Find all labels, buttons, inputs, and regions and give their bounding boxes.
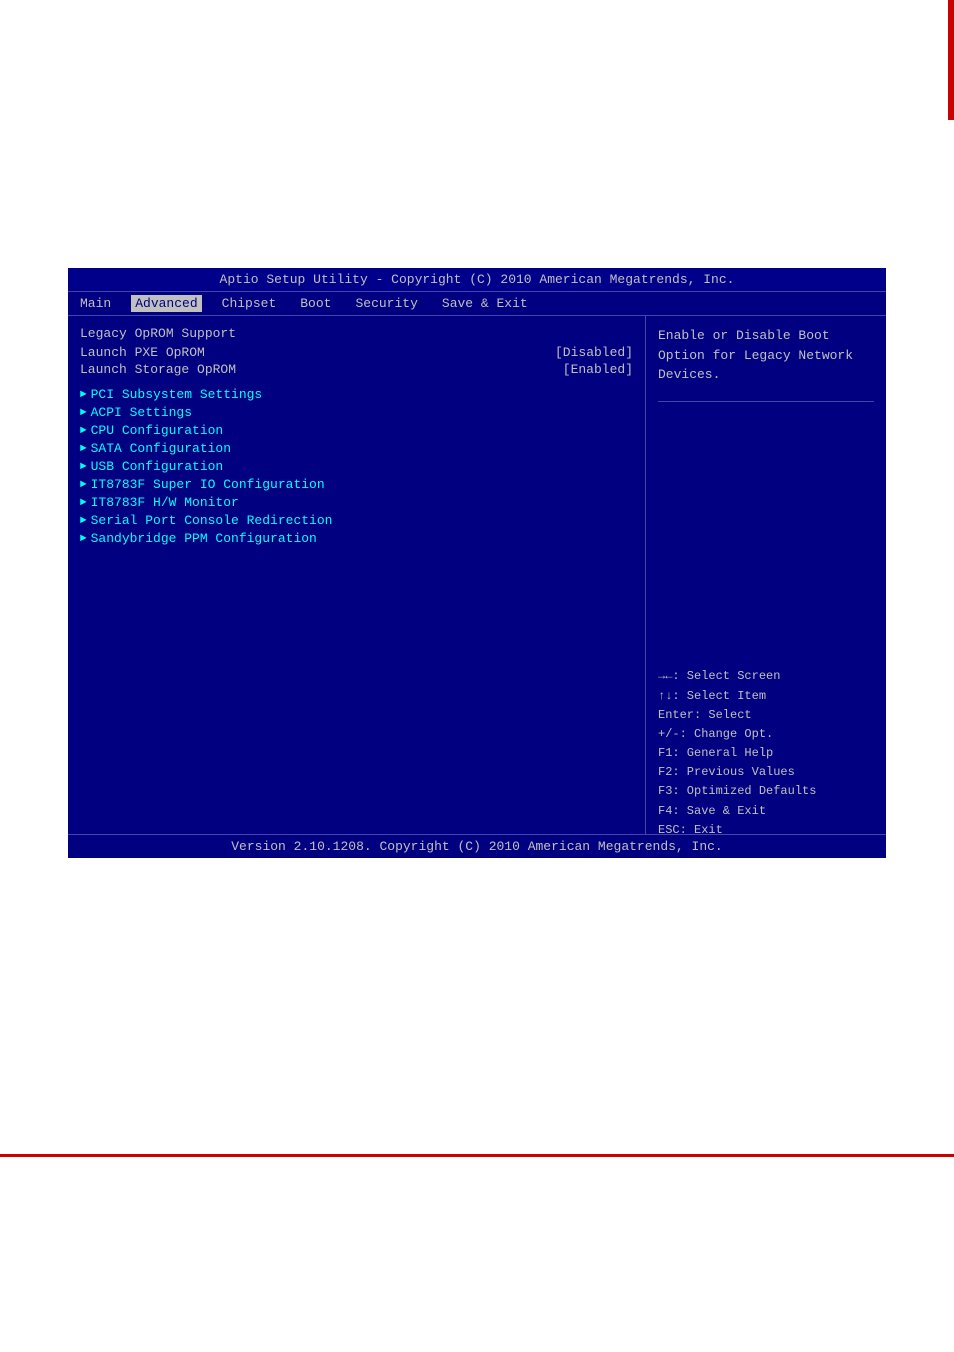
key-help-f3: F3: Optimized Defaults: [658, 782, 874, 801]
left-panel: Legacy OpROM Support Launch PXE OpROM [D…: [68, 316, 646, 850]
menu-security[interactable]: Security: [351, 295, 421, 312]
nav-arrow-it8783f-superio: ►: [80, 479, 87, 491]
setting-pxe-label: Launch PXE OpROM: [80, 345, 205, 360]
nav-cpu-label: CPU Configuration: [91, 423, 224, 438]
nav-cpu[interactable]: ► CPU Configuration: [80, 423, 633, 438]
bios-footer: Version 2.10.1208. Copyright (C) 2010 Am…: [68, 834, 886, 858]
nav-arrow-usb: ►: [80, 461, 87, 473]
nav-arrow-acpi: ►: [80, 407, 87, 419]
content-area: Legacy OpROM Support Launch PXE OpROM [D…: [68, 316, 886, 850]
bios-screen: Aptio Setup Utility - Copyright (C) 2010…: [68, 268, 886, 858]
menu-main[interactable]: Main: [76, 295, 115, 312]
nav-arrow-sata: ►: [80, 443, 87, 455]
nav-subsection: ► PCI Subsystem Settings ► ACPI Settings…: [80, 387, 633, 546]
menu-advanced[interactable]: Advanced: [131, 295, 201, 312]
help-text: Enable or Disable Boot Option for Legacy…: [658, 326, 874, 385]
nav-pci[interactable]: ► PCI Subsystem Settings: [80, 387, 633, 402]
nav-sata-label: SATA Configuration: [91, 441, 231, 456]
nav-serial-port-label: Serial Port Console Redirection: [91, 513, 333, 528]
nav-it8783f-hwmon-label: IT8783F H/W Monitor: [91, 495, 239, 510]
nav-it8783f-superio-label: IT8783F Super IO Configuration: [91, 477, 325, 492]
nav-arrow-pci: ►: [80, 389, 87, 401]
key-help-f1: F1: General Help: [658, 744, 874, 763]
nav-sata[interactable]: ► SATA Configuration: [80, 441, 633, 456]
nav-pci-label: PCI Subsystem Settings: [91, 387, 263, 402]
nav-acpi[interactable]: ► ACPI Settings: [80, 405, 633, 420]
red-bar-bottom: [0, 1154, 954, 1157]
key-help-f2: F2: Previous Values: [658, 763, 874, 782]
bios-title: Aptio Setup Utility - Copyright (C) 2010…: [68, 268, 886, 292]
red-bar-top: [948, 0, 954, 120]
nav-serial-port[interactable]: ► Serial Port Console Redirection: [80, 513, 633, 528]
setting-storage-value: [Enabled]: [563, 362, 633, 377]
setting-storage-row[interactable]: Launch Storage OpROM [Enabled]: [80, 362, 633, 377]
nav-arrow-serial-port: ►: [80, 515, 87, 527]
title-text: Aptio Setup Utility - Copyright (C) 2010…: [220, 272, 735, 287]
key-help-change-opt: +/-: Change Opt.: [658, 725, 874, 744]
key-help-select-screen: →←: Select Screen: [658, 667, 874, 686]
key-help-enter: Enter: Select: [658, 706, 874, 725]
setting-storage-label: Launch Storage OpROM: [80, 362, 236, 377]
nav-it8783f-hwmon[interactable]: ► IT8783F H/W Monitor: [80, 495, 633, 510]
menu-bar: Main Advanced Chipset Boot Security Save…: [68, 292, 886, 316]
setting-pxe-row[interactable]: Launch PXE OpROM [Disabled]: [80, 345, 633, 360]
right-panel: Enable or Disable Boot Option for Legacy…: [646, 316, 886, 850]
nav-sandybridge[interactable]: ► Sandybridge PPM Configuration: [80, 531, 633, 546]
nav-usb[interactable]: ► USB Configuration: [80, 459, 633, 474]
nav-usb-label: USB Configuration: [91, 459, 224, 474]
nav-arrow-it8783f-hwmon: ►: [80, 497, 87, 509]
key-help-section: →←: Select Screen ↑↓: Select Item Enter:…: [658, 667, 874, 840]
menu-chipset[interactable]: Chipset: [218, 295, 281, 312]
nav-acpi-label: ACPI Settings: [91, 405, 192, 420]
key-help-f4: F4: Save & Exit: [658, 802, 874, 821]
footer-text: Version 2.10.1208. Copyright (C) 2010 Am…: [231, 839, 722, 854]
menu-boot[interactable]: Boot: [296, 295, 335, 312]
legacy-section-label: Legacy OpROM Support: [80, 326, 633, 341]
nav-it8783f-superio[interactable]: ► IT8783F Super IO Configuration: [80, 477, 633, 492]
nav-sandybridge-label: Sandybridge PPM Configuration: [91, 531, 317, 546]
setting-pxe-value: [Disabled]: [555, 345, 633, 360]
right-divider: [658, 401, 874, 402]
nav-arrow-sandybridge: ►: [80, 533, 87, 545]
nav-arrow-cpu: ►: [80, 425, 87, 437]
menu-save-exit[interactable]: Save & Exit: [438, 295, 532, 312]
key-help-select-item: ↑↓: Select Item: [658, 687, 874, 706]
